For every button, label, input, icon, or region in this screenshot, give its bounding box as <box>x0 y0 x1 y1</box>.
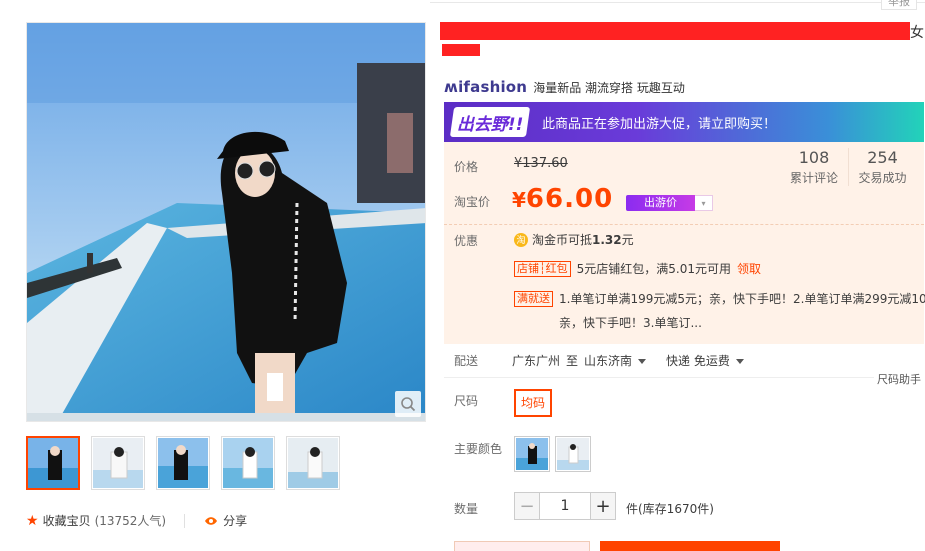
stock-info: 件(库存1670件) <box>626 502 714 516</box>
shop-coupon-row: 店铺┆红包 5元店铺红包，满5.01元可用 领取 <box>514 257 761 281</box>
quantity-stepper: − 1 + <box>514 492 616 520</box>
thumbnail-image <box>93 438 143 488</box>
report-link[interactable]: 举报 <box>881 0 917 10</box>
promotions-label: 优惠 <box>454 234 479 248</box>
ifashion-banner[interactable]: ʍifashion 海量新品 潮流穿搭 玩趣互动 <box>444 78 685 96</box>
full-discount-row: 满就送 1.单笔订单满199元减5元；亲，快下手吧！2.单笔订单满299元减10… <box>514 287 925 335</box>
favorite-button[interactable]: ★ 收藏宝贝 (13752人气) <box>26 512 166 529</box>
top-divider <box>430 2 925 3</box>
full-discount-tag: 满就送 <box>514 291 553 307</box>
magnifier-icon <box>401 397 416 412</box>
promo-badge: 出去野!! <box>449 107 531 137</box>
product-title-tail: 女 <box>910 25 924 41</box>
gallery-actions: ★ 收藏宝贝 (13752人气) 分享 <box>26 512 247 529</box>
size-label: 尺码 <box>454 394 479 408</box>
taobao-coin-offer: 淘 淘金币可抵1.32元 <box>514 231 634 248</box>
price-panel: 价格 ¥137.60 108 累计评论 254 交易成功 淘宝价 ¥66.00 … <box>444 142 925 344</box>
ship-to-selector[interactable]: 山东济南 <box>584 352 647 369</box>
separator <box>184 513 186 528</box>
color-label: 主要颜色 <box>454 442 503 456</box>
thumbnail-2[interactable] <box>91 436 145 490</box>
original-price: ¥137.60 <box>514 156 568 171</box>
caret-down-icon <box>735 359 744 364</box>
share-label: 分享 <box>223 514 248 528</box>
product-page: 举报 ★ 收藏宝贝 (13752人气) 分享 女 ʍifashion 海量新品 … <box>0 0 925 551</box>
thumbnail-image <box>28 438 78 488</box>
price-label: 价格 <box>454 160 479 174</box>
ship-to-word: 至 <box>566 354 579 368</box>
main-product-image[interactable] <box>26 22 426 422</box>
shop-coupon-tag: 店铺┆红包 <box>514 261 571 277</box>
price-divider <box>444 224 924 225</box>
caret-down-icon <box>638 359 647 364</box>
sales-stats: 108 累计评论 254 交易成功 <box>780 148 916 186</box>
product-photo <box>27 23 425 421</box>
shipping-row: 配送 广东广州 至 山东济南 快递 免运费 <box>454 352 744 369</box>
trip-price-badge[interactable]: 出游价 ▾ <box>626 195 713 211</box>
favorite-label: 收藏宝贝 <box>42 514 91 528</box>
chevron-down-icon: ▾ <box>695 195 713 211</box>
ifashion-logo: ʍifashion <box>444 78 528 96</box>
product-title-redacted <box>440 22 910 40</box>
color-swatch-white[interactable] <box>555 436 591 472</box>
thumbnail-image <box>223 438 273 488</box>
product-title-redacted-line2 <box>442 44 480 56</box>
quantity-input[interactable]: 1 <box>540 492 590 520</box>
share-button[interactable]: 分享 <box>203 512 247 529</box>
heart-m-icon: ʍ <box>444 78 459 96</box>
thumbnail-image <box>288 438 338 488</box>
add-to-cart-button[interactable] <box>600 541 780 551</box>
size-option-selected[interactable]: 均码 <box>514 389 553 417</box>
swatch-image <box>557 438 589 470</box>
shipping-method[interactable]: 快递 免运费 <box>666 352 744 369</box>
current-price: ¥66.00 <box>512 184 614 214</box>
thumbnail-strip <box>26 436 340 490</box>
ifashion-tagline: 海量新品 潮流穿搭 玩趣互动 <box>533 80 685 95</box>
claim-coupon-link[interactable]: 领取 <box>737 257 761 281</box>
promo-banner[interactable]: 出去野!! 此商品正在参加出游大促，请立即购买！ <box>444 102 924 142</box>
buy-now-button[interactable] <box>454 541 590 551</box>
quantity-label: 数量 <box>454 502 479 516</box>
zoom-button[interactable] <box>395 391 421 417</box>
ship-from: 广东广州 <box>512 354 561 368</box>
star-icon: ★ <box>26 512 39 529</box>
increment-button[interactable]: + <box>590 492 616 520</box>
thumbnail-3[interactable] <box>156 436 210 490</box>
color-swatch-black[interactable] <box>514 436 550 472</box>
popularity-count: (13752人气) <box>94 514 167 528</box>
sales-stat: 254 交易成功 <box>848 148 916 186</box>
reviews-stat[interactable]: 108 累计评论 <box>780 148 848 186</box>
size-helper-link[interactable]: 尺码助手 <box>877 371 921 387</box>
thumbnail-1[interactable] <box>26 436 80 490</box>
shipping-label: 配送 <box>454 354 479 368</box>
full-discount-text[interactable]: 1.单笔订单满199元减5元；亲，快下手吧！2.单笔订单满299元减10元；亲，… <box>559 287 925 335</box>
section-divider <box>444 377 874 378</box>
share-icon <box>205 516 218 525</box>
thumbnail-4[interactable] <box>221 436 275 490</box>
coin-icon: 淘 <box>514 232 528 247</box>
shop-coupon-text: 5元店铺红包，满5.01元可用 <box>576 262 731 276</box>
thumbnail-image <box>158 438 208 488</box>
decrement-button[interactable]: − <box>514 492 540 520</box>
swatch-image <box>516 438 548 470</box>
thumbnail-5[interactable] <box>286 436 340 490</box>
taobao-price-label: 淘宝价 <box>454 195 491 209</box>
promo-text: 此商品正在参加出游大促，请立即购买！ <box>542 116 777 132</box>
